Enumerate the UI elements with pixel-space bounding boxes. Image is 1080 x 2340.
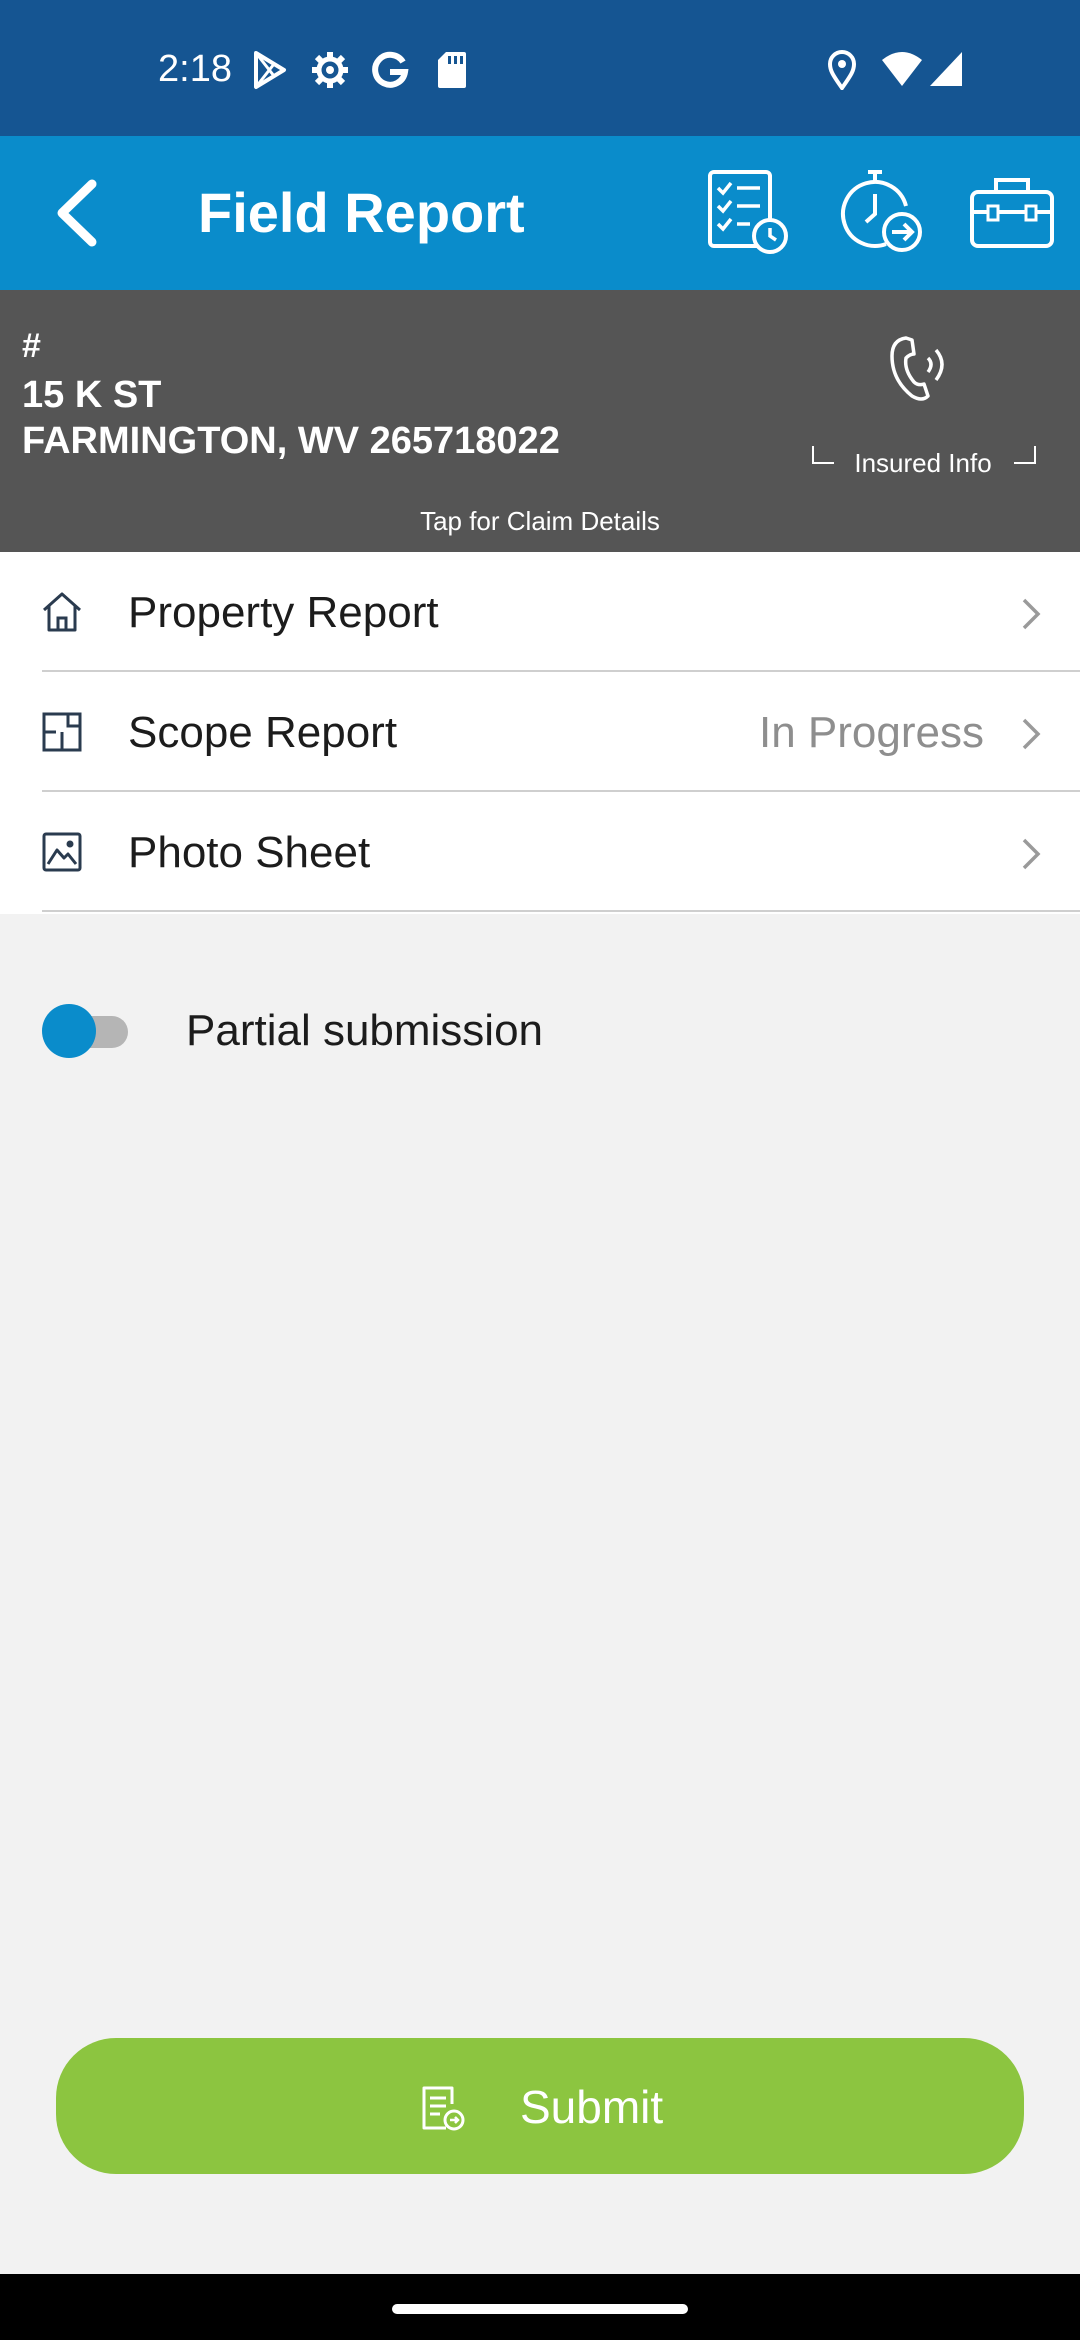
menu-item-label: Photo Sheet [128, 828, 371, 877]
claim-number: # [22, 327, 41, 365]
page-title: Field Report [198, 181, 525, 244]
settings-icon [312, 52, 348, 88]
signal-icon [930, 52, 962, 86]
insured-info-button[interactable]: Insured Info [808, 330, 1038, 480]
status-time: 2:18 [158, 48, 232, 90]
toggle-thumb [42, 1004, 96, 1058]
claim-address-line2: FARMINGTON, WV 265718022 [22, 420, 560, 462]
home-gesture-handle[interactable] [392, 2304, 688, 2314]
floorplan-icon [42, 712, 82, 752]
timer-forward-icon[interactable] [836, 166, 926, 256]
claim-header[interactable]: # 15 K ST FARMINGTON, WV 265718022 Insur… [0, 290, 1080, 552]
partial-submission-row: Partial submission [0, 990, 1080, 1070]
menu-item-scope-report[interactable]: Scope Report In Progress [0, 672, 1080, 792]
report-menu-list: Property Report Scope Report In Progress… [0, 552, 1080, 914]
toolbox-icon[interactable] [966, 166, 1056, 256]
menu-item-label: Property Report [128, 588, 439, 637]
partial-submission-label: Partial submission [186, 1006, 544, 1055]
submit-label: Submit [520, 2081, 664, 2133]
back-button[interactable] [44, 174, 114, 252]
chevron-right-icon [1022, 598, 1041, 630]
submit-button[interactable]: Submit [56, 2038, 1024, 2174]
insured-info-label: Insured Info [854, 448, 992, 478]
menu-item-photo-sheet[interactable]: Photo Sheet [0, 792, 1080, 912]
image-icon [42, 832, 82, 872]
google-icon [372, 51, 409, 88]
chevron-right-icon [1022, 718, 1041, 750]
document-submit-icon [422, 2086, 465, 2131]
checklist-clock-icon[interactable] [704, 166, 794, 256]
bracket-right [1014, 446, 1036, 464]
system-nav-bar [0, 2274, 1080, 2340]
home-icon [43, 592, 81, 632]
menu-item-label: Scope Report [128, 708, 398, 757]
wifi-icon [882, 52, 922, 86]
claim-address-line1: 15 K ST [22, 374, 162, 416]
chevron-right-icon [1022, 838, 1041, 870]
partial-submission-toggle[interactable] [40, 1002, 132, 1058]
claim-details-hint[interactable]: Tap for Claim Details [0, 506, 1080, 536]
phone-call-icon [890, 336, 944, 401]
menu-item-status: In Progress [759, 708, 984, 757]
divider [42, 910, 1080, 912]
location-icon [827, 50, 857, 90]
app-bar: Field Report [0, 136, 1080, 290]
sd-card-icon [438, 52, 466, 88]
play-store-icon [254, 51, 286, 89]
status-bar: 2:18 [0, 0, 1080, 136]
menu-item-property-report[interactable]: Property Report [0, 552, 1080, 672]
